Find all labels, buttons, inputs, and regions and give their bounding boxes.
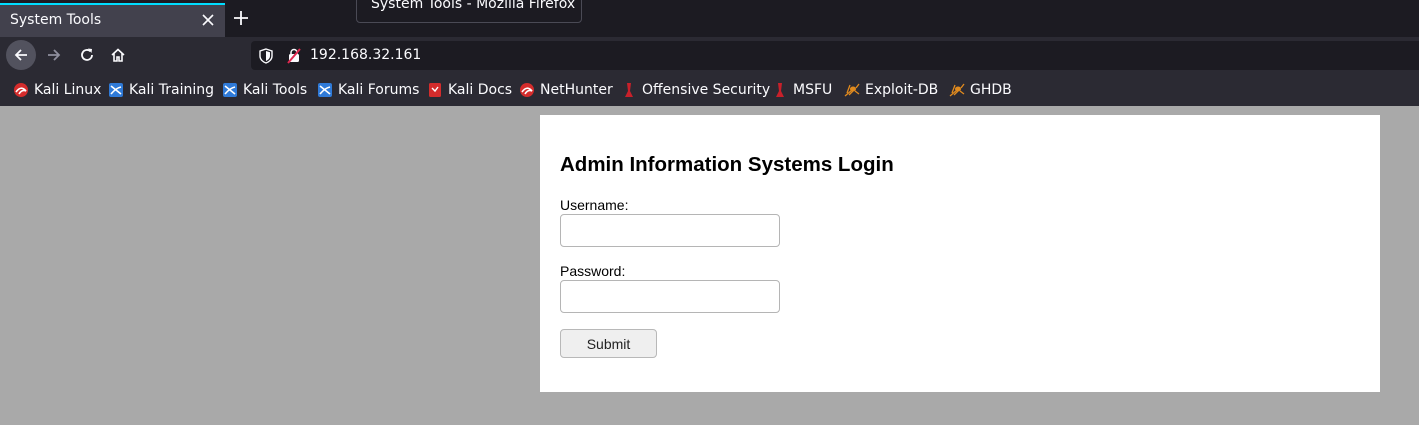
password-field[interactable] [560, 280, 780, 313]
window-title-tooltip: System Tools - Mozilla Firefox [356, 0, 582, 23]
insecure-lock-icon[interactable] [287, 48, 301, 64]
page-title: Admin Information Systems Login [560, 153, 894, 176]
address-bar[interactable]: 192.168.32.161 [251, 41, 1419, 70]
username-field[interactable] [560, 214, 780, 247]
password-label: Password: [560, 263, 626, 279]
home-button[interactable] [103, 40, 133, 70]
new-tab-plus-icon[interactable] [231, 8, 251, 28]
home-icon [111, 48, 125, 62]
navigation-toolbar: 192.168.32.161 [0, 37, 1419, 73]
bookmark-label: Kali Linux [34, 82, 102, 98]
tab-strip: System Tools System Tools - Mozilla Fire… [0, 0, 1419, 37]
bookmark-exploit-db[interactable]: Exploit-DB [844, 81, 938, 99]
bookmark-label: Offensive Security [642, 82, 771, 98]
kali-tools-icon [223, 83, 237, 97]
bookmark-kali-tools[interactable]: Kali Tools [222, 81, 307, 99]
kali-dragon-icon [14, 83, 28, 97]
bookmark-msfu[interactable]: MSFU [772, 81, 832, 99]
bookmark-label: Kali Forums [338, 82, 420, 98]
submit-button[interactable]: Submit [560, 329, 657, 358]
bookmark-kali-docs[interactable]: Kali Docs [427, 81, 512, 99]
reload-icon [81, 48, 93, 61]
bookmark-label: Exploit-DB [865, 82, 939, 98]
reload-button[interactable] [72, 40, 102, 70]
page-viewport: Admin Information Systems Login Username… [0, 106, 1419, 425]
ghdb-spider-icon [949, 83, 965, 97]
bookmark-offensive-security[interactable]: Offensive Security [621, 81, 770, 99]
window-title-text: System Tools - Mozilla Firefox [371, 0, 576, 12]
nethunter-icon [520, 83, 534, 97]
kali-forums-icon [318, 83, 332, 97]
bookmark-kali-linux[interactable]: Kali Linux [13, 81, 101, 99]
bookmark-label: Kali Training [129, 82, 214, 98]
arrow-left-icon [14, 49, 27, 61]
back-button[interactable] [6, 40, 36, 70]
username-label: Username: [560, 197, 629, 213]
tracking-shield-icon[interactable] [259, 48, 273, 64]
bookmark-label: MSFU [793, 82, 833, 98]
tab-title: System Tools [10, 12, 102, 28]
bookmark-label: Kali Docs [448, 82, 513, 98]
bookmark-nethunter[interactable]: NetHunter [519, 81, 613, 99]
tab-system-tools[interactable]: System Tools [0, 3, 225, 37]
login-card: Admin Information Systems Login Username… [540, 115, 1380, 392]
forward-button[interactable] [39, 40, 69, 70]
bookmark-kali-training[interactable]: Kali Training [108, 81, 214, 99]
msfu-icon [776, 83, 784, 97]
kali-training-icon [109, 83, 123, 97]
bookmark-kali-forums[interactable]: Kali Forums [317, 81, 419, 99]
bookmark-label: Kali Tools [243, 82, 308, 98]
bookmark-label: NetHunter [540, 82, 613, 98]
bookmarks-toolbar: Kali Linux Kali Training Kali Tools Kali… [0, 73, 1419, 106]
offsec-icon [625, 83, 633, 97]
bookmark-ghdb[interactable]: GHDB [949, 81, 1012, 99]
bookmark-label: GHDB [970, 82, 1012, 98]
url-text: 192.168.32.161 [310, 47, 422, 63]
exploitdb-spider-icon [844, 83, 860, 97]
close-icon[interactable] [201, 13, 215, 27]
kali-docs-icon [429, 83, 441, 97]
arrow-right-icon [48, 49, 61, 61]
